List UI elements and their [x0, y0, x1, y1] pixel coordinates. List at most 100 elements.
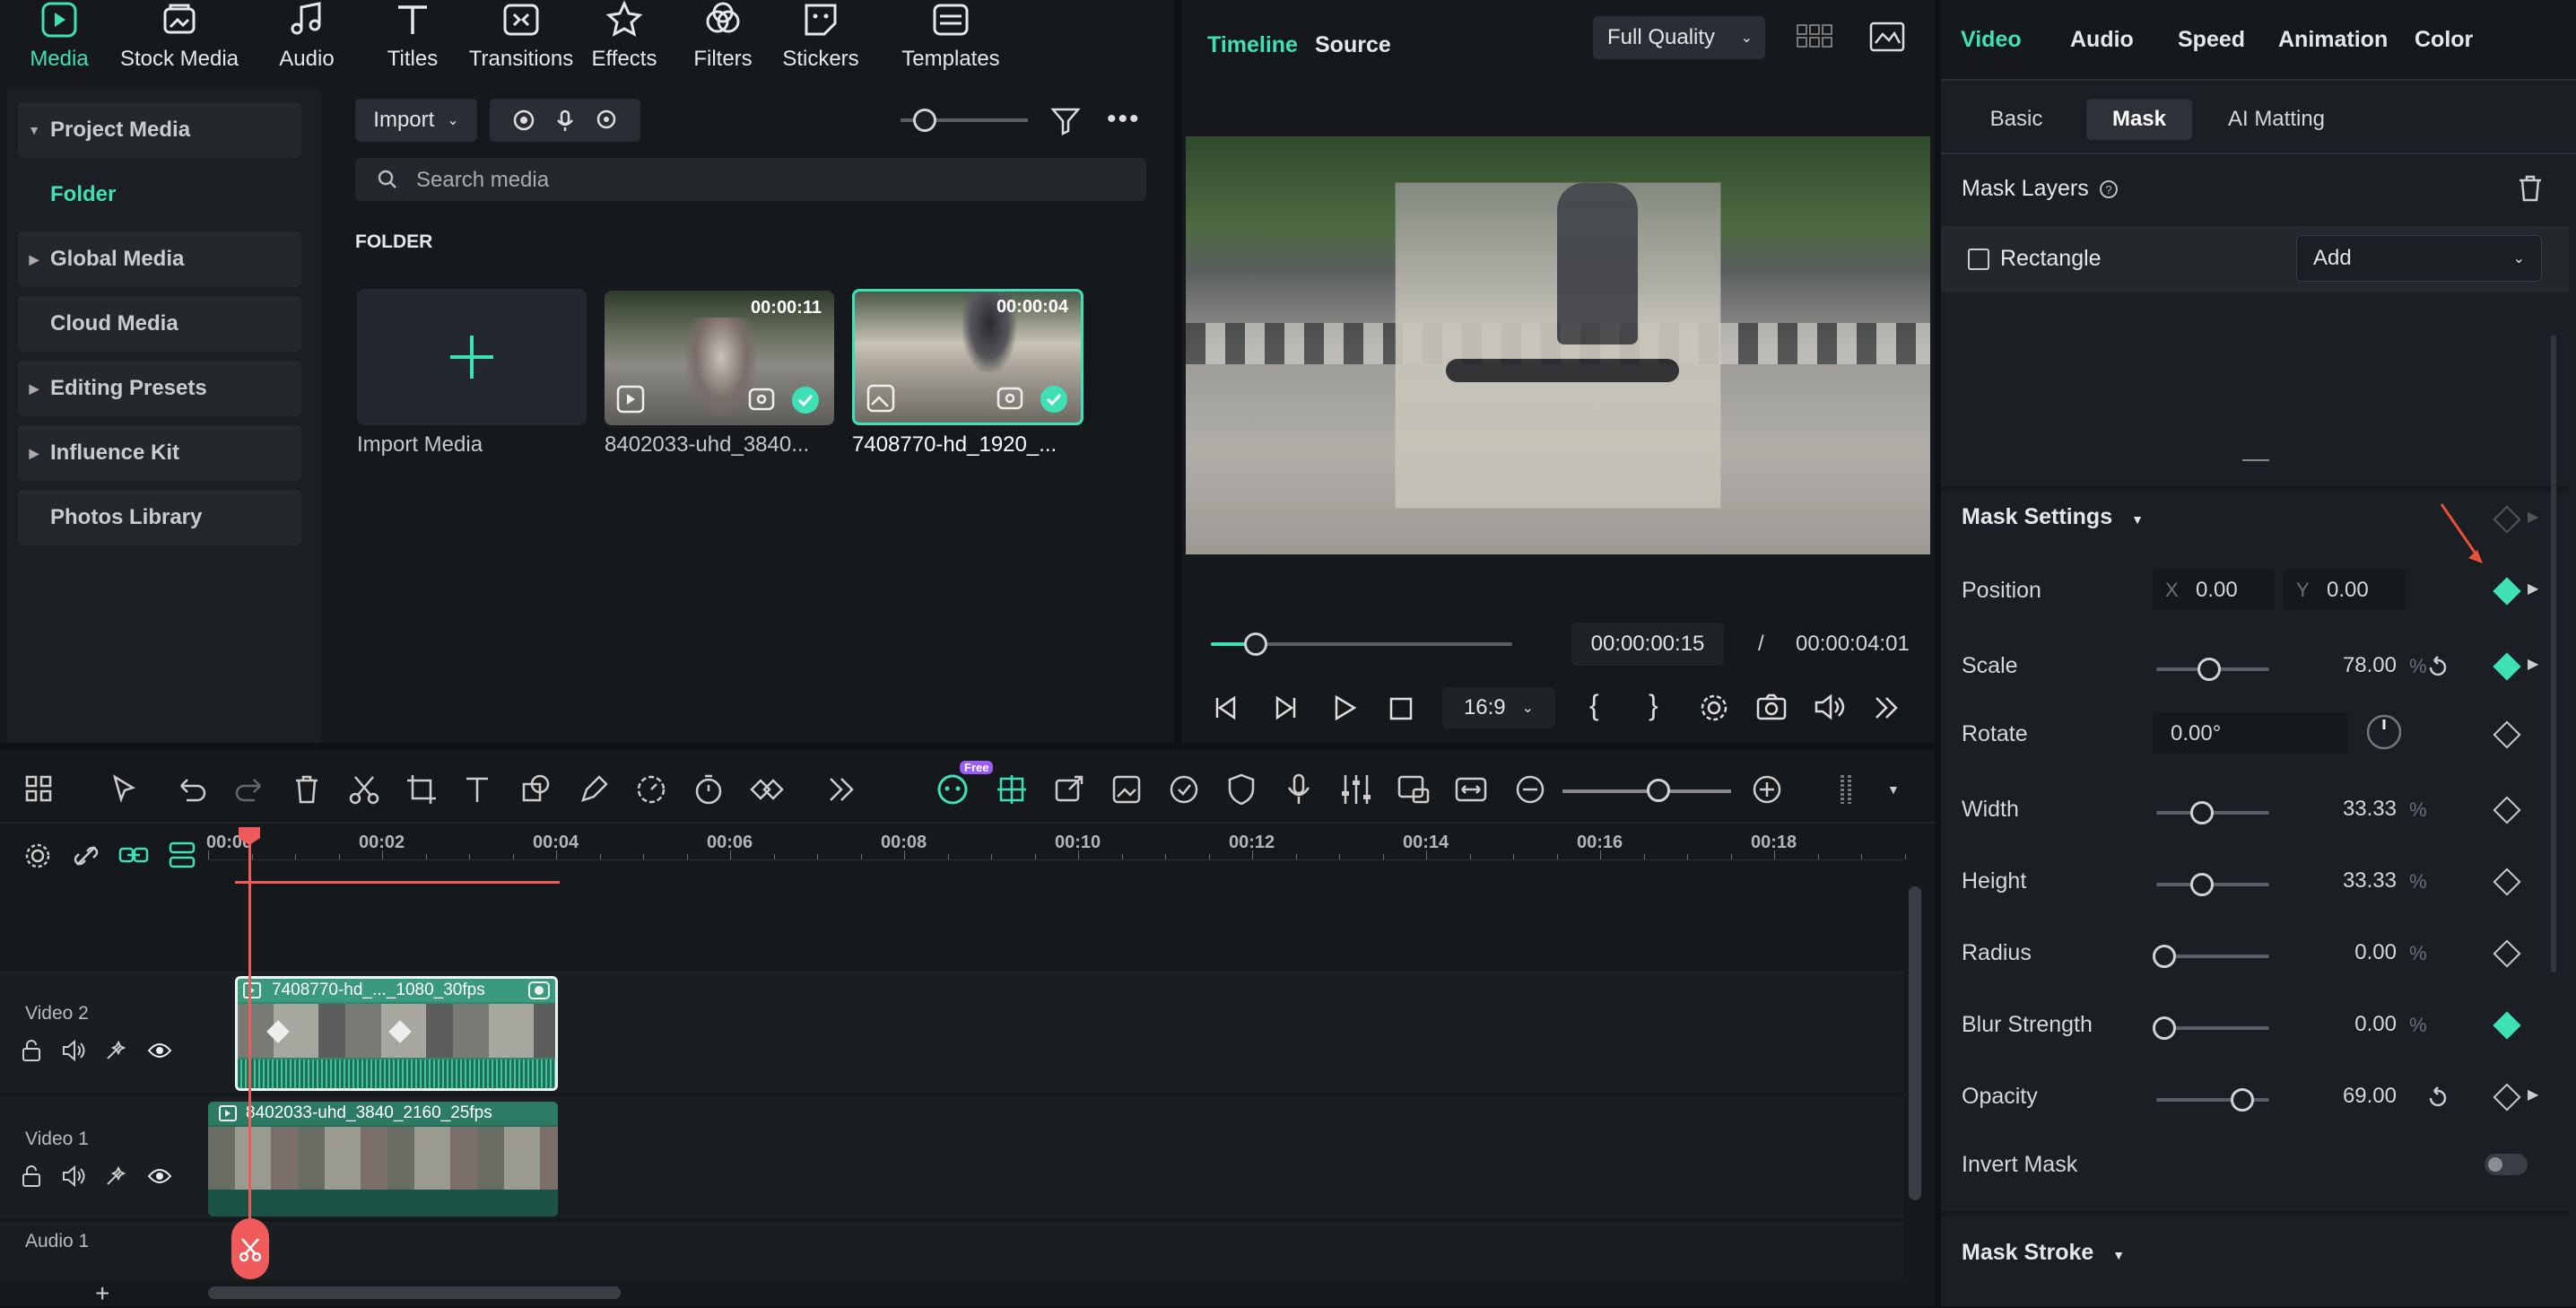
blur-strength-slider-knob[interactable] — [2153, 1016, 2176, 1040]
split-icon[interactable] — [346, 772, 382, 807]
opacity-reset-icon[interactable] — [2425, 1086, 2450, 1111]
redo-icon[interactable] — [231, 772, 267, 807]
grid-view-icon[interactable] — [1796, 23, 1833, 50]
motion-tracking-icon[interactable] — [1166, 772, 1202, 807]
invert-mask-toggle[interactable] — [2485, 1154, 2528, 1175]
timer-icon[interactable] — [691, 772, 727, 807]
more-controls-icon[interactable] — [1873, 694, 1900, 721]
voiceover-icon[interactable] — [595, 109, 618, 132]
media-thumbnail[interactable]: 00:00:11 — [605, 291, 834, 425]
tab-stock-media[interactable]: Stock Media — [102, 0, 257, 72]
visibility-icon[interactable] — [147, 1166, 172, 1186]
add-track-plus-icon[interactable]: + — [95, 1279, 109, 1308]
playhead-line[interactable] — [248, 838, 251, 1269]
zoom-in-icon[interactable] — [1749, 772, 1785, 807]
height-slider-knob[interactable] — [2190, 873, 2214, 896]
keyframe-tool-icon[interactable] — [748, 772, 784, 807]
tab-filters[interactable]: Filters — [674, 0, 771, 72]
visibility-icon[interactable] — [147, 1041, 172, 1060]
tab-titles[interactable]: Titles — [357, 0, 468, 72]
width-slider-knob[interactable] — [2190, 801, 2214, 824]
scale-slider-knob[interactable] — [2197, 658, 2221, 681]
next-frame-icon[interactable] — [1272, 694, 1299, 721]
image-edit-icon[interactable] — [1109, 772, 1144, 807]
add-track-icon[interactable] — [167, 840, 197, 870]
rotate-field[interactable]: 0.00° — [2153, 712, 2348, 754]
mask-settings-header[interactable]: Mask Settings ▼ — [1962, 504, 2144, 530]
layout-icon[interactable] — [22, 772, 57, 807]
zoom-out-icon[interactable] — [1512, 772, 1548, 807]
position-y-field[interactable]: Y 0.00 — [2284, 569, 2406, 610]
tab-stickers[interactable]: Stickers — [771, 0, 870, 72]
radius-slider-knob[interactable] — [2153, 945, 2176, 968]
rectangle-checkbox[interactable] — [1968, 249, 1989, 270]
track-layout-caret-icon[interactable]: ▼ — [1887, 782, 1900, 797]
resize-handle[interactable] — [2242, 459, 2269, 461]
timeline-settings-icon[interactable] — [23, 841, 52, 870]
thumbnail-size-knob[interactable] — [913, 109, 936, 132]
effects-toggle-icon[interactable] — [104, 1164, 127, 1188]
export-clip-icon[interactable] — [1051, 772, 1087, 807]
snapshot-icon[interactable] — [1756, 693, 1787, 721]
subtab-ai-matting[interactable]: AI Matting — [2206, 99, 2346, 140]
delete-icon[interactable] — [2517, 174, 2544, 203]
rotate-dial-icon[interactable] — [2364, 712, 2404, 752]
help-icon[interactable]: ? — [2099, 179, 2119, 199]
tab-audio[interactable]: Audio — [2070, 27, 2134, 53]
delete-clip-icon[interactable] — [289, 772, 325, 807]
timeline-ruler[interactable]: 00:00 00:02 00:04 00:06 00:08 00:10 00:12 00:14… — [206, 825, 1906, 879]
effects-toggle-icon[interactable] — [104, 1039, 127, 1062]
tab-audio[interactable]: Audio — [257, 0, 357, 72]
position-x-field[interactable]: X 0.00 — [2153, 569, 2275, 610]
sidebar-item-project-media[interactable]: ▼ Project Media — [18, 102, 301, 158]
mute-icon[interactable] — [61, 1039, 86, 1062]
tab-color[interactable]: Color — [2415, 27, 2473, 53]
subtab-basic[interactable]: Basic — [1971, 99, 2061, 140]
ai-copilot-icon[interactable] — [935, 772, 970, 807]
pen-icon[interactable] — [576, 772, 612, 807]
current-time[interactable]: 00:00:00:15 — [1571, 623, 1724, 666]
pip-icon[interactable] — [1396, 772, 1432, 807]
timeline-horizontal-scrollbar[interactable] — [208, 1286, 621, 1299]
volume-icon[interactable] — [1814, 693, 1846, 721]
tab-media[interactable]: Media — [16, 0, 102, 72]
text-icon[interactable] — [461, 772, 497, 807]
shield-icon[interactable] — [1223, 772, 1259, 807]
add-mask-dropdown[interactable]: Add ⌄ — [2296, 235, 2542, 282]
unlink-icon[interactable] — [72, 841, 100, 870]
clip-video-1[interactable]: 8402033-uhd_3840_2160_25fps — [208, 1102, 558, 1216]
record-screen-icon[interactable] — [512, 109, 535, 132]
play-icon[interactable] — [1331, 694, 1358, 721]
scale-reset-icon[interactable] — [2425, 655, 2450, 680]
tab-speed[interactable]: Speed — [2178, 27, 2245, 53]
sidebar-item-cloud-media[interactable]: Cloud Media — [18, 296, 301, 352]
mask-stroke-header[interactable]: Mask Stroke ▼ — [1962, 1240, 2125, 1266]
video-preview[interactable] — [1186, 136, 1930, 554]
media-search-field[interactable]: Search media — [355, 158, 1146, 201]
import-media-tile[interactable] — [357, 289, 587, 425]
mask-rectangle[interactable] — [1396, 183, 1720, 508]
more-options-icon[interactable]: ••• — [1107, 104, 1141, 135]
undo-icon[interactable] — [174, 772, 210, 807]
sidebar-item-global-media[interactable]: ▶ Global Media — [18, 231, 301, 287]
position-keyframe-arrow-icon[interactable]: ▶ — [2528, 580, 2538, 597]
tab-effects[interactable]: Effects — [574, 0, 674, 72]
speed-icon[interactable] — [633, 772, 669, 807]
inspector-scrollbar[interactable] — [2551, 336, 2556, 972]
clip-video-2[interactable]: 7408770-hd_..._1080_30fps — [235, 976, 558, 1091]
tab-templates[interactable]: Templates — [870, 0, 1031, 72]
sidebar-item-influence-kit[interactable]: ▶ Influence Kit — [18, 425, 301, 481]
previous-frame-icon[interactable] — [1213, 694, 1240, 721]
mark-out-icon[interactable]: } — [1649, 689, 1658, 722]
aspect-ratio-dropdown[interactable]: 16:9 ⌄ — [1442, 687, 1555, 728]
link-icon[interactable] — [118, 843, 149, 868]
render-settings-icon[interactable] — [1699, 693, 1729, 723]
import-dropdown[interactable]: Import ⌄ — [355, 99, 477, 142]
opacity-slider-knob[interactable] — [2231, 1088, 2254, 1112]
fit-icon[interactable] — [1453, 772, 1489, 807]
sidebar-item-editing-presets[interactable]: ▶ Editing Presets — [18, 361, 301, 416]
scale-keyframe-arrow-icon[interactable]: ▶ — [2528, 655, 2538, 673]
track-layout-icon[interactable] — [1832, 772, 1867, 807]
sidebar-item-photos-library[interactable]: Photos Library — [18, 490, 301, 545]
opacity-keyframe-arrow-icon[interactable]: ▶ — [2528, 1086, 2538, 1103]
